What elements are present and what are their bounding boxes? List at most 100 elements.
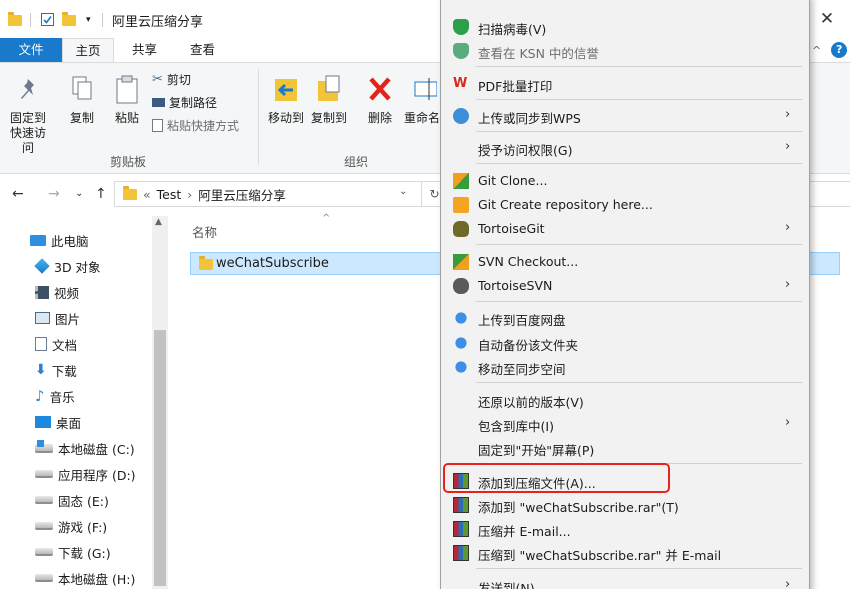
menu-item-add-to-rar[interactable]: 添加到 "weChatSubscribe.rar"(T) — [441, 493, 809, 517]
nav-item-drive-h[interactable]: 本地磁盘 (H:) — [35, 567, 135, 589]
copy-path-icon — [152, 98, 165, 107]
properties-button[interactable] — [41, 12, 55, 28]
menu-divider — [476, 131, 802, 132]
menu-item-auto-backup[interactable]: 自动备份该文件夹 — [441, 331, 809, 355]
window-title: 阿里云压缩分享 — [112, 15, 204, 30]
tab-home[interactable]: 主页 — [62, 38, 114, 62]
nav-item-videos[interactable]: 视频 — [35, 281, 79, 303]
forward-arrow-icon[interactable]: → — [48, 186, 60, 202]
git-create-icon — [453, 197, 469, 213]
menu-label: 包含到库中(I) — [478, 419, 554, 434]
menu-label: TortoiseSVN — [478, 278, 553, 293]
back-arrow-icon[interactable]: ← — [12, 186, 24, 202]
menu-item-pdf-print[interactable]: W PDF批量打印 — [441, 72, 809, 96]
highlight-annotation — [443, 463, 670, 493]
copy-to-icon — [318, 75, 340, 101]
menu-item-tortoisesvn[interactable]: TortoiseSVN › — [441, 274, 809, 298]
menu-item-git-clone[interactable]: Git Clone... — [441, 169, 809, 193]
help-icon[interactable]: ? — [831, 42, 848, 58]
menu-divider — [476, 568, 802, 569]
tab-view[interactable]: 查看 — [190, 38, 215, 62]
quick-access-toolbar — [8, 11, 22, 28]
address-bar[interactable]: « Test › 阿里云压缩分享 ⌄ — [114, 181, 422, 207]
nav-item-drive-e[interactable]: 固态 (E:) — [35, 489, 109, 511]
copy-path-button[interactable]: 复制路径 — [152, 94, 217, 111]
address-dropdown-icon[interactable]: ⌄ — [399, 186, 407, 197]
nav-item-music[interactable]: ♪ 音乐 — [35, 385, 75, 407]
rename-label: 重命名 — [403, 111, 440, 125]
scrollbar-thumb[interactable] — [154, 330, 166, 586]
menu-label: 压缩到 "weChatSubscribe.rar" 并 E-mail — [478, 548, 722, 563]
nav-label: 游戏 (F:) — [58, 519, 108, 535]
customize-toolbar-button[interactable]: ▾ — [86, 12, 91, 28]
svn-checkout-icon — [453, 254, 469, 270]
git-clone-icon — [453, 173, 469, 189]
copy-icon — [72, 76, 92, 100]
cut-button[interactable]: ✂ 剪切 — [152, 71, 191, 88]
move-to-button[interactable]: 移动到 — [266, 73, 306, 126]
menu-item-git-create[interactable]: Git Create repository here... — [441, 193, 809, 217]
breadcrumb-test[interactable]: Test — [157, 187, 182, 202]
recent-locations-chevron-icon[interactable]: ⌄ — [75, 188, 83, 199]
nav-item-documents[interactable]: 文档 — [35, 333, 77, 355]
delete-button[interactable]: 删除 — [363, 73, 397, 126]
menu-item-tortoisegit[interactable]: TortoiseGit › — [441, 217, 809, 241]
toolbar-divider — [30, 12, 31, 28]
menu-item-upload-wps[interactable]: 上传或同步到WPS › — [441, 104, 809, 128]
tab-file[interactable]: 文件 — [0, 38, 62, 62]
breadcrumb-separator: › — [187, 186, 193, 202]
pin-to-quick-access-button[interactable]: 固定到 快速访问 — [6, 73, 50, 156]
menu-label: Git Create repository here... — [478, 197, 653, 212]
menu-item-move-sync[interactable]: 移动至同步空间 — [441, 355, 809, 379]
copy-button[interactable]: 复制 — [66, 73, 98, 126]
new-folder-icon — [62, 11, 76, 26]
up-arrow-icon[interactable]: ↑ — [95, 186, 107, 202]
menu-item-pin-start[interactable]: 固定到"开始"屏幕(P) — [441, 436, 809, 460]
menu-item-compress-rar-email[interactable]: 压缩到 "weChatSubscribe.rar" 并 E-mail — [441, 541, 809, 565]
nav-item-desktop[interactable]: 桌面 — [35, 411, 81, 433]
menu-item-send-to[interactable]: 发送到(N) › — [441, 574, 809, 589]
nav-item-drive-f[interactable]: 游戏 (F:) — [35, 515, 107, 537]
scroll-up-icon[interactable]: ▲ — [155, 217, 162, 227]
nav-item-3d-objects[interactable]: 3D 对象 — [34, 255, 101, 277]
tab-share[interactable]: 共享 — [132, 38, 157, 62]
nav-item-downloads[interactable]: ⬇ 下载 — [35, 359, 77, 381]
menu-item-restore-versions[interactable]: 还原以前的版本(V) — [441, 388, 809, 412]
rename-button[interactable]: 重命名 — [400, 73, 444, 126]
menu-label: 上传或同步到WPS — [478, 111, 581, 126]
context-menu: › 扫描病毒(V) 查看在 KSN 中的信誉 W PDF批量打印 上传或同步到W… — [440, 0, 810, 589]
move-to-label: 移动到 — [267, 111, 304, 125]
baidu-icon — [455, 361, 467, 373]
nav-item-pictures[interactable]: 图片 — [35, 307, 80, 329]
menu-item-svn-checkout[interactable]: SVN Checkout... — [441, 250, 809, 274]
menu-item-upload-baidu[interactable]: 上传到百度网盘 — [441, 306, 809, 330]
menu-label: 还原以前的版本(V) — [478, 395, 584, 410]
nav-item-drive-c[interactable]: 本地磁盘 (C:) — [35, 437, 135, 459]
drive-c-icon — [35, 439, 53, 453]
menu-divider — [476, 66, 802, 67]
nav-item-drive-g[interactable]: 下载 (G:) — [35, 541, 111, 563]
paste-shortcut-icon — [152, 119, 163, 132]
nav-item-this-pc[interactable]: 此电脑 — [30, 229, 89, 251]
nav-item-drive-d[interactable]: 应用程序 (D:) — [35, 463, 136, 485]
menu-item-ksn-reputation[interactable]: 查看在 KSN 中的信誉 — [441, 39, 809, 63]
paste-button[interactable]: 粘贴 — [110, 73, 144, 126]
new-folder-button[interactable] — [62, 11, 76, 28]
breadcrumb-current[interactable]: 阿里云压缩分享 — [198, 185, 286, 204]
menu-item-grant-access[interactable]: 授予访问权限(G) › — [441, 136, 809, 160]
copy-to-button[interactable]: 复制到 — [309, 73, 349, 126]
tortoisesvn-icon — [453, 278, 469, 294]
chevron-up-icon[interactable]: ^ — [812, 44, 821, 57]
menu-item-compress-email[interactable]: 压缩并 E-mail... — [441, 517, 809, 541]
menu-item-include-library[interactable]: 包含到库中(I) › — [441, 412, 809, 436]
breadcrumb-overflow[interactable]: « — [143, 187, 151, 202]
paste-shortcut-button[interactable]: 粘贴快捷方式 — [152, 117, 239, 134]
nav-label: 此电脑 — [51, 233, 89, 249]
nav-scrollbar[interactable]: ▲ — [152, 216, 168, 589]
column-header-name[interactable]: 名称 — [192, 222, 217, 241]
winrar-icon — [453, 497, 469, 513]
pin-label-2: 快速访问 — [9, 126, 46, 155]
baidu-icon — [455, 312, 467, 324]
close-button[interactable]: ✕ — [812, 6, 842, 32]
menu-item-scan-virus[interactable]: 扫描病毒(V) — [441, 15, 809, 39]
